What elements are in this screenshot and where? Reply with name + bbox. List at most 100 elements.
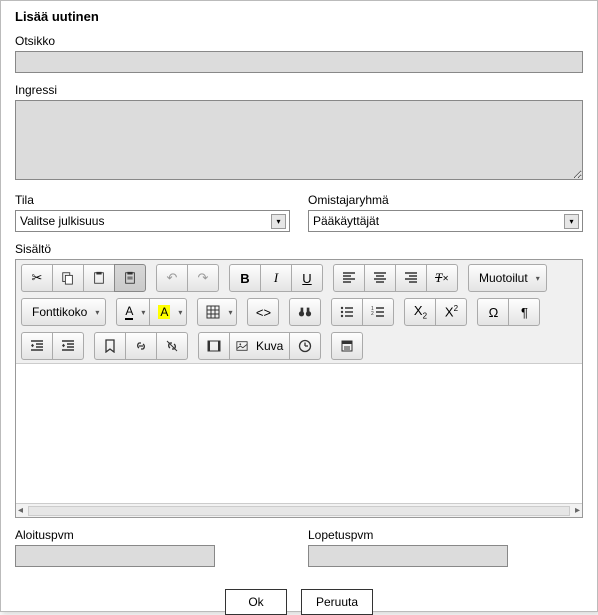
underline-icon: U <box>302 271 311 286</box>
align-center-icon <box>373 271 387 285</box>
bold-button[interactable]: B <box>229 264 261 292</box>
align-center-button[interactable] <box>364 264 396 292</box>
number-list-icon: 12 <box>371 305 385 319</box>
underline-button[interactable]: U <box>291 264 323 292</box>
cancel-button[interactable]: Peruuta <box>301 589 373 615</box>
chevron-down-icon: ▾ <box>228 308 232 317</box>
media-button[interactable] <box>198 332 230 360</box>
show-blocks-button[interactable]: ¶ <box>508 298 540 326</box>
indent-icon <box>61 339 75 353</box>
chevron-down-icon: ▾ <box>564 214 579 229</box>
editor-toolbar: ✂ ↶ ↷ B I U T✕ Muotoilut▾ <box>16 260 582 363</box>
chevron-down-icon: ▾ <box>178 308 182 317</box>
link-button[interactable] <box>125 332 157 360</box>
align-left-icon <box>342 271 356 285</box>
number-list-button[interactable]: 12 <box>362 298 394 326</box>
label-aloituspvm: Aloituspvm <box>15 528 290 542</box>
ingressi-input[interactable] <box>15 100 583 180</box>
omega-icon: Ω <box>489 305 499 320</box>
align-right-button[interactable] <box>395 264 427 292</box>
image-icon <box>236 340 248 352</box>
image-button[interactable]: Kuva <box>229 332 290 360</box>
template-icon <box>340 339 354 353</box>
image-label: Kuva <box>256 339 283 353</box>
undo-icon: ↶ <box>167 270 178 286</box>
editor-horizontal-scrollbar[interactable]: ◂ ▸ <box>16 503 582 517</box>
label-ingressi: Ingressi <box>15 83 583 97</box>
pilcrow-icon: ¶ <box>521 305 528 320</box>
omistajaryhma-select[interactable]: Pääkäyttäjät ▾ <box>308 210 583 232</box>
clipboard-icon <box>92 271 106 285</box>
cut-button[interactable]: ✂ <box>21 264 53 292</box>
scissors-icon: ✂ <box>32 270 43 286</box>
bullet-list-icon <box>340 305 354 319</box>
subscript-button[interactable]: X2 <box>404 298 436 326</box>
omistajaryhma-selected-text: Pääkäyttäjät <box>313 214 564 228</box>
unlink-button[interactable] <box>156 332 188 360</box>
find-button[interactable] <box>289 298 321 326</box>
align-left-button[interactable] <box>333 264 365 292</box>
format-select[interactable]: Muotoilut▾ <box>468 264 547 292</box>
clear-format-button[interactable]: T✕ <box>426 264 458 292</box>
superscript-icon: X2 <box>445 304 458 319</box>
redo-button[interactable]: ↷ <box>187 264 219 292</box>
paste-button[interactable] <box>83 264 115 292</box>
fontsize-select[interactable]: Fonttikoko ▾ <box>21 298 106 326</box>
source-button[interactable]: <> <box>247 298 279 326</box>
chevron-down-icon: ▾ <box>271 214 286 229</box>
ok-button[interactable]: Ok <box>225 589 287 615</box>
chevron-down-icon: ▾ <box>141 308 145 317</box>
bg-color-button[interactable]: A▾ <box>149 298 187 326</box>
scroll-right-icon: ▸ <box>575 505 580 516</box>
rich-text-editor: ✂ ↶ ↷ B I U T✕ Muotoilut▾ <box>15 259 583 518</box>
subscript-icon: X2 <box>414 303 427 321</box>
template-button[interactable] <box>331 332 363 360</box>
indent-button[interactable] <box>52 332 84 360</box>
anchor-button[interactable] <box>94 332 126 360</box>
lopetuspvm-input[interactable] <box>308 545 508 567</box>
unlink-icon <box>165 339 179 353</box>
special-char-button[interactable]: Ω <box>477 298 509 326</box>
superscript-button[interactable]: X2 <box>435 298 467 326</box>
clipboard-text-icon <box>123 271 137 285</box>
code-icon: <> <box>256 305 271 320</box>
copy-icon <box>61 271 75 285</box>
outdent-button[interactable] <box>21 332 53 360</box>
clear-format-icon: T <box>435 270 442 286</box>
copy-button[interactable] <box>52 264 84 292</box>
label-sisalto: Sisältö <box>15 242 583 256</box>
format-label: Muotoilut <box>479 271 528 285</box>
label-tila: Tila <box>15 193 290 207</box>
add-news-dialog: Lisää uutinen Otsikko Ingressi Tila Vali… <box>0 0 598 612</box>
undo-button[interactable]: ↶ <box>156 264 188 292</box>
bullet-list-button[interactable] <box>331 298 363 326</box>
text-color-icon: A <box>125 304 133 320</box>
italic-button[interactable]: I <box>260 264 292 292</box>
redo-icon: ↷ <box>198 270 209 286</box>
binoculars-icon <box>298 305 312 319</box>
align-right-icon <box>404 271 418 285</box>
fontsize-label: Fonttikoko <box>32 305 87 319</box>
chevron-down-icon: ▾ <box>95 308 99 317</box>
tila-select[interactable]: Valitse julkisuus ▾ <box>15 210 290 232</box>
aloituspvm-input[interactable] <box>15 545 215 567</box>
datetime-button[interactable] <box>289 332 321 360</box>
clock-icon <box>298 339 312 353</box>
editor-content-area[interactable] <box>16 363 582 503</box>
film-icon <box>207 339 221 353</box>
scroll-left-icon: ◂ <box>18 505 23 516</box>
outdent-icon <box>30 339 44 353</box>
italic-icon: I <box>274 270 278 286</box>
text-color-button[interactable]: A▾ <box>116 298 150 326</box>
label-lopetuspvm: Lopetuspvm <box>308 528 583 542</box>
dialog-title: Lisää uutinen <box>15 9 583 24</box>
bookmark-icon <box>103 339 117 353</box>
label-omistajaryhma: Omistajaryhmä <box>308 193 583 207</box>
bg-color-icon: A <box>158 305 170 319</box>
paste-text-button[interactable] <box>114 264 146 292</box>
label-otsikko: Otsikko <box>15 34 583 48</box>
svg-text:2: 2 <box>371 311 374 317</box>
table-button[interactable]: ▾ <box>197 298 237 326</box>
link-icon <box>134 339 148 353</box>
otsikko-input[interactable] <box>15 51 583 73</box>
